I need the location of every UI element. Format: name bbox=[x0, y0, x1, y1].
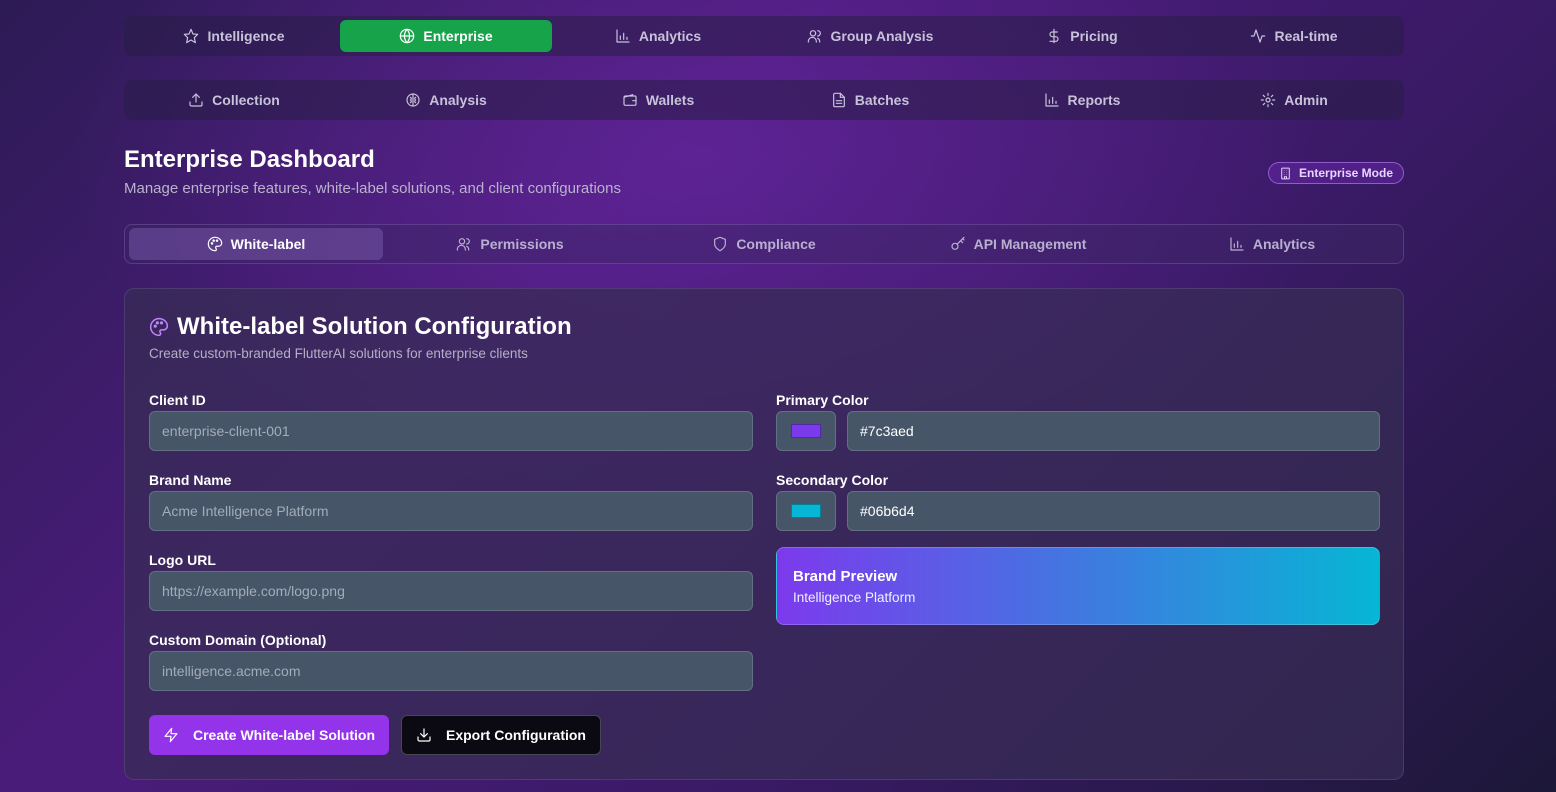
secondary-color-picker[interactable] bbox=[776, 491, 836, 531]
tab-white-label[interactable]: White-label bbox=[129, 228, 383, 260]
secondary-color-swatch bbox=[791, 504, 821, 518]
nav-label: Enterprise bbox=[423, 28, 493, 44]
secondary-color-label: Secondary Color bbox=[776, 472, 889, 488]
bar-chart-icon bbox=[1044, 93, 1059, 107]
dollar-icon bbox=[1049, 28, 1059, 44]
logo-url-label: Logo URL bbox=[149, 552, 216, 568]
white-label-config-card: White-label Solution Configuration Creat… bbox=[124, 288, 1404, 780]
shield-icon bbox=[714, 236, 727, 252]
nav-label: Admin bbox=[1284, 92, 1328, 108]
nav-admin[interactable]: Admin bbox=[1188, 84, 1400, 116]
nav-label: Wallets bbox=[645, 92, 695, 108]
nav-pricing[interactable]: Pricing bbox=[976, 20, 1188, 52]
nav-label: Pricing bbox=[1070, 28, 1118, 44]
palette-icon bbox=[207, 236, 222, 252]
nav-analytics[interactable]: Analytics bbox=[552, 20, 764, 52]
primary-color-label: Primary Color bbox=[776, 392, 869, 408]
tab-label: White-label bbox=[230, 236, 306, 252]
download-icon bbox=[417, 728, 431, 742]
logo-url-input[interactable] bbox=[149, 571, 753, 611]
tab-analytics[interactable]: Analytics bbox=[1145, 228, 1399, 260]
brand-name-input[interactable] bbox=[149, 491, 753, 531]
card-subtitle: Create custom-branded FlutterAI solution… bbox=[149, 346, 528, 361]
nav-reports[interactable]: Reports bbox=[976, 84, 1188, 116]
nav-label: Collection bbox=[212, 92, 280, 108]
zap-icon bbox=[164, 727, 178, 743]
button-label: Export Configuration bbox=[446, 727, 586, 743]
tab-label: Analytics bbox=[1252, 236, 1316, 252]
file-icon bbox=[832, 92, 845, 108]
nav-group-analysis[interactable]: Group Analysis bbox=[764, 20, 976, 52]
nav-analysis[interactable]: Analysis bbox=[340, 84, 552, 116]
gear-icon bbox=[1260, 92, 1276, 108]
custom-domain-input[interactable] bbox=[149, 651, 753, 691]
badge-label: Enterprise Mode bbox=[1298, 166, 1394, 180]
nav-label: Intelligence bbox=[207, 28, 285, 44]
nav-wallets[interactable]: Wallets bbox=[552, 84, 764, 116]
activity-icon bbox=[1251, 29, 1266, 43]
top-nav: Intelligence Enterprise Analytics Group … bbox=[124, 16, 1404, 56]
nav-batches[interactable]: Batches bbox=[764, 84, 976, 116]
card-title: White-label Solution Configuration bbox=[149, 313, 572, 341]
building-icon bbox=[1281, 167, 1290, 179]
nav-label: Real-time bbox=[1274, 28, 1338, 44]
brand-name-label: Brand Name bbox=[149, 472, 232, 488]
key-icon bbox=[950, 236, 965, 250]
palette-icon bbox=[150, 317, 169, 337]
users-icon bbox=[457, 238, 471, 251]
nav-enterprise[interactable]: Enterprise bbox=[340, 20, 552, 52]
primary-color-swatch bbox=[791, 424, 821, 438]
nav-label: Analytics bbox=[638, 28, 702, 44]
tab-label: Permissions bbox=[480, 236, 564, 252]
primary-color-input[interactable] bbox=[847, 411, 1380, 451]
tab-compliance[interactable]: Compliance bbox=[637, 228, 891, 260]
nav-label: Analysis bbox=[429, 92, 487, 108]
nav-real-time[interactable]: Real-time bbox=[1188, 20, 1400, 52]
export-configuration-button[interactable]: Export Configuration bbox=[401, 715, 601, 755]
page-subtitle: Manage enterprise features, white-label … bbox=[124, 180, 621, 197]
bar-chart-icon bbox=[616, 29, 630, 43]
enterprise-tabs: White-label Permissions Compliance API M… bbox=[124, 224, 1404, 264]
custom-domain-label: Custom Domain (Optional) bbox=[149, 632, 327, 648]
brain-icon bbox=[406, 93, 420, 107]
client-id-label: Client ID bbox=[149, 392, 206, 408]
secondary-color-input[interactable] bbox=[847, 491, 1380, 531]
page-title: Enterprise Dashboard bbox=[124, 146, 375, 173]
nav-label: Group Analysis bbox=[830, 28, 934, 44]
create-white-label-button[interactable]: Create White-label Solution bbox=[149, 715, 389, 755]
nav-label: Reports bbox=[1067, 92, 1121, 108]
primary-color-picker[interactable] bbox=[776, 411, 836, 451]
nav-label: Batches bbox=[854, 92, 910, 108]
globe-icon bbox=[400, 28, 415, 44]
upload-icon bbox=[189, 93, 203, 107]
nav-intelligence[interactable]: Intelligence bbox=[128, 20, 340, 52]
star-icon bbox=[184, 28, 199, 44]
nav-collection[interactable]: Collection bbox=[128, 84, 340, 116]
tab-permissions[interactable]: Permissions bbox=[383, 228, 637, 260]
enterprise-mode-badge: Enterprise Mode bbox=[1268, 162, 1404, 184]
tab-label: API Management bbox=[973, 236, 1087, 252]
button-label: Create White-label Solution bbox=[192, 727, 375, 743]
brand-preview-subtitle: Intelligence Platform bbox=[793, 590, 916, 605]
bar-chart-icon bbox=[1230, 237, 1244, 251]
tab-api-management[interactable]: API Management bbox=[891, 228, 1145, 260]
client-id-input[interactable] bbox=[149, 411, 753, 451]
tab-label: Compliance bbox=[736, 236, 816, 252]
brand-preview: Brand Preview Intelligence Platform bbox=[776, 547, 1380, 625]
secondary-nav: Collection Analysis Wallets Batches Repo… bbox=[124, 80, 1404, 120]
users-icon bbox=[807, 30, 821, 43]
wallet-icon bbox=[623, 94, 637, 106]
card-title-text: White-label Solution Configuration bbox=[177, 313, 572, 340]
brand-preview-title: Brand Preview bbox=[793, 568, 898, 585]
